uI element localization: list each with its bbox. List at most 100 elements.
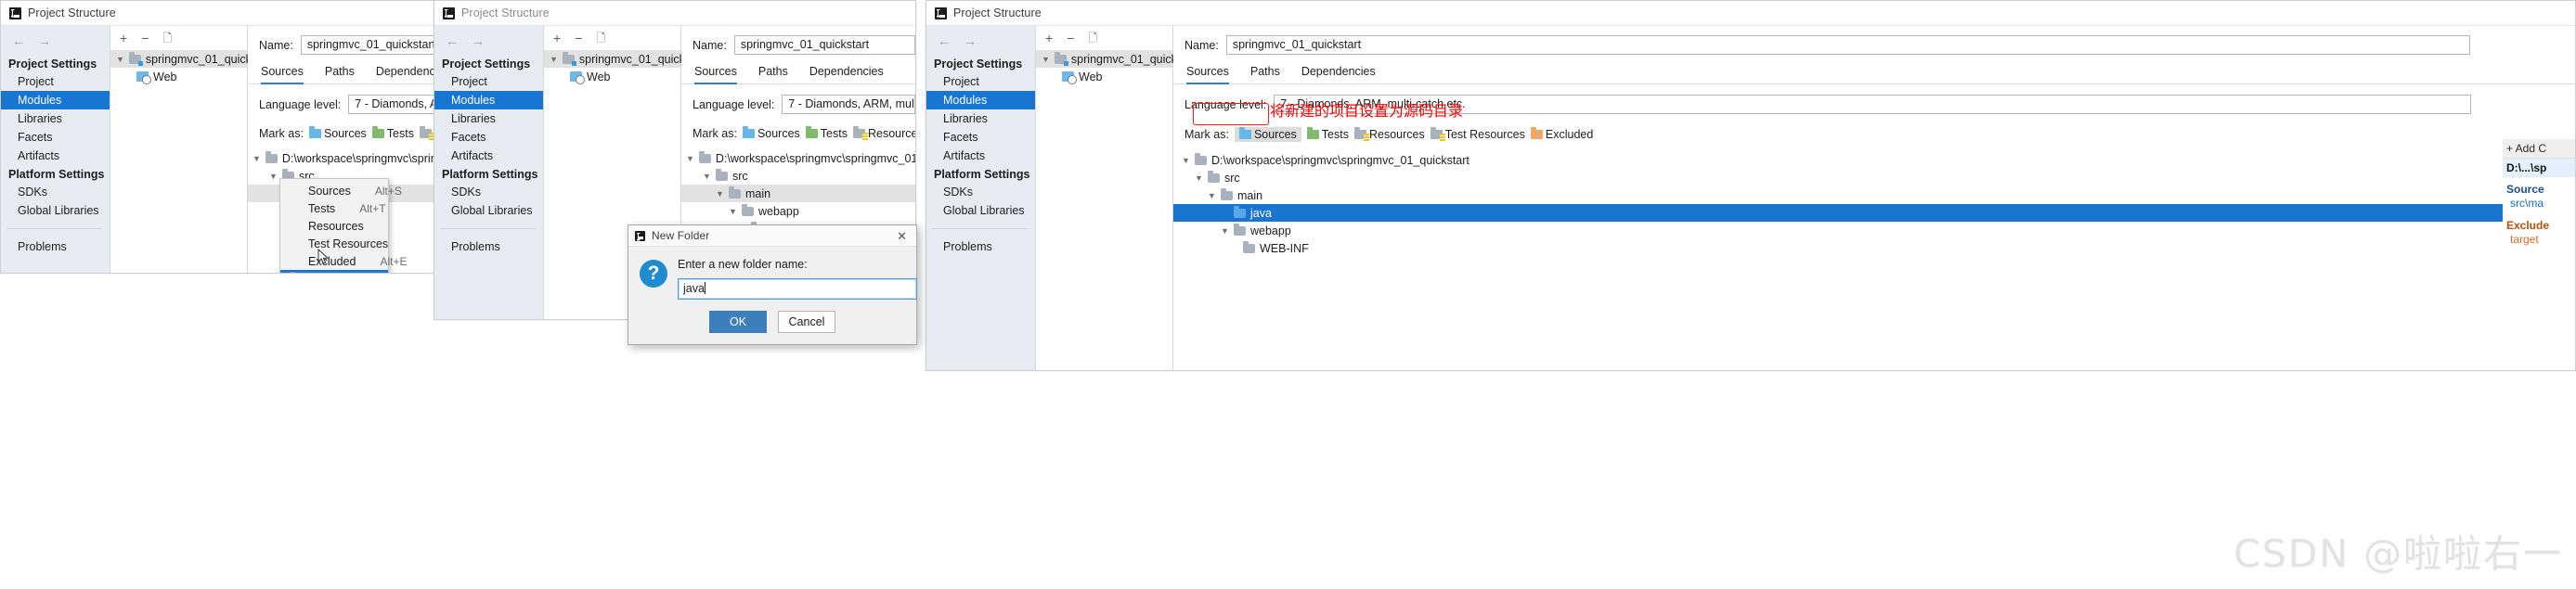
module-name-input[interactable]: springmvc_01_quickstart <box>734 35 915 55</box>
mark-sources-button[interactable]: Sources <box>309 127 367 140</box>
mark-resources-button[interactable]: Resources <box>1354 128 1425 141</box>
tree-row[interactable]: ▼ webapp <box>1173 222 2575 239</box>
minus-icon[interactable]: − <box>141 32 149 45</box>
add-content-root-button[interactable]: + Add C <box>2503 139 2575 159</box>
mark-sources-button[interactable]: Sources <box>743 127 800 140</box>
tree-row[interactable]: ▼ D:\workspace\springmvc\springmvc_01_qu… <box>248 149 437 167</box>
tab-paths[interactable]: Paths <box>758 65 788 84</box>
tree-row[interactable]: ▼ D:\workspace\springmvc\springmvc_01_qu… <box>681 149 915 167</box>
copy-icon[interactable]: 🗋 <box>162 32 172 44</box>
folder-name-input[interactable]: java <box>678 278 917 300</box>
module-row-springmvc[interactable]: ▼ springmvc_01_quickstart <box>544 50 680 68</box>
arrow-left-icon[interactable]: ← <box>446 34 459 47</box>
sidebar-item-artifacts[interactable]: Artifacts <box>434 147 543 165</box>
sidebar-item-problems[interactable]: Problems <box>1 237 110 256</box>
module-name-input[interactable]: springmvc_01_quickstart <box>1226 35 2470 55</box>
module-row-web[interactable]: Web <box>544 68 680 85</box>
language-level-select[interactable]: 7 - Diamonds, ARM, multi-catch etc. <box>348 95 437 114</box>
sidebar-item-facets[interactable]: Facets <box>926 128 1035 147</box>
sidebar-item-problems[interactable]: Problems <box>926 237 1035 256</box>
minus-icon[interactable]: − <box>575 32 582 45</box>
context-menu-item-resources[interactable]: Resources <box>280 217 388 235</box>
sidebar-item-problems[interactable]: Problems <box>434 237 543 256</box>
copy-icon[interactable]: 🗋 <box>1088 32 1097 44</box>
sidebar-item-modules[interactable]: Modules <box>434 91 543 109</box>
ok-button[interactable]: OK <box>709 311 767 333</box>
minus-icon[interactable]: − <box>1067 32 1074 45</box>
chevron-down-icon[interactable]: ▼ <box>1042 55 1050 64</box>
module-row-springmvc[interactable]: ▼ springmvc_01_quickstart <box>1036 50 1172 68</box>
arrow-left-icon[interactable]: ← <box>12 34 25 47</box>
arrow-left-icon[interactable]: ← <box>938 34 951 47</box>
plus-icon[interactable]: + <box>120 32 127 45</box>
tree-row[interactable]: ▼ main <box>1173 186 2575 204</box>
tree-row[interactable]: ▼ src <box>681 167 915 185</box>
tab-sources[interactable]: Sources <box>261 65 304 84</box>
sidebar-item-global-libraries[interactable]: Global Libraries <box>1 201 110 220</box>
sidebar-item-sdks[interactable]: SDKs <box>1 183 110 201</box>
chevron-down-icon[interactable]: ▼ <box>269 172 278 181</box>
tab-paths[interactable]: Paths <box>1250 65 1280 84</box>
mark-tests-button[interactable]: Tests <box>806 127 848 140</box>
tab-paths[interactable]: Paths <box>325 65 355 84</box>
mark-tests-button[interactable]: Tests <box>372 127 414 140</box>
sidebar-item-modules[interactable]: Modules <box>926 91 1035 109</box>
context-menu-item-tests[interactable]: Tests Alt+T <box>280 199 388 217</box>
cancel-button[interactable]: Cancel <box>778 311 835 333</box>
plus-icon[interactable]: + <box>1045 32 1053 45</box>
sidebar-item-sdks[interactable]: SDKs <box>434 183 543 201</box>
sidebar-item-project[interactable]: Project <box>926 72 1035 91</box>
chevron-down-icon[interactable]: ▼ <box>1221 226 1229 236</box>
exclude-group-value[interactable]: target <box>2503 232 2575 250</box>
sidebar-item-project[interactable]: Project <box>434 72 543 91</box>
mark-resources-button[interactable]: Resources <box>853 127 916 140</box>
sidebar-item-artifacts[interactable]: Artifacts <box>1 147 110 165</box>
chevron-down-icon[interactable]: ▼ <box>1182 156 1190 165</box>
tab-dependencies[interactable]: Dependencies <box>376 65 438 84</box>
mark-as-context-menu[interactable]: Sources Alt+S Tests Alt+T Resources Test… <box>279 178 389 274</box>
sidebar-item-project[interactable]: Project <box>1 72 110 91</box>
chevron-down-icon[interactable]: ▼ <box>716 189 724 198</box>
mark-test-resources-button[interactable]: Test Resources <box>1430 128 1525 141</box>
sidebar-item-facets[interactable]: Facets <box>434 128 543 147</box>
sidebar-item-artifacts[interactable]: Artifacts <box>926 147 1035 165</box>
chevron-down-icon[interactable]: ▼ <box>1195 173 1203 183</box>
chevron-down-icon[interactable]: ▼ <box>252 154 261 163</box>
mark-sources-button[interactable]: Sources <box>1235 127 1301 142</box>
context-menu-item-excluded[interactable]: Excluded Alt+E <box>280 252 388 270</box>
context-menu-item-new-folder[interactable]: New Folder... <box>280 270 388 274</box>
tab-sources[interactable]: Sources <box>1186 65 1229 84</box>
tree-row[interactable]: ▼ webapp <box>681 202 915 220</box>
copy-icon[interactable]: 🗋 <box>596 32 605 44</box>
module-row-web[interactable]: Web <box>110 68 247 85</box>
close-icon[interactable]: ✕ <box>893 230 911 242</box>
chevron-down-icon[interactable]: ▼ <box>729 207 737 216</box>
module-row-springmvc[interactable]: ▼ springmvc_01_quickstart <box>110 50 247 68</box>
tab-dependencies[interactable]: Dependencies <box>809 65 884 84</box>
tab-dependencies[interactable]: Dependencies <box>1301 65 1376 84</box>
chevron-down-icon[interactable]: ▼ <box>686 154 694 163</box>
module-row-web[interactable]: Web <box>1036 68 1172 85</box>
chevron-down-icon[interactable]: ▼ <box>703 172 711 181</box>
tab-sources[interactable]: Sources <box>694 65 737 84</box>
sidebar-item-libraries[interactable]: Libraries <box>434 109 543 128</box>
sidebar-item-sdks[interactable]: SDKs <box>926 183 1035 201</box>
tree-row[interactable]: ▼ main <box>681 185 915 202</box>
arrow-right-icon[interactable]: → <box>472 34 485 47</box>
source-group-value[interactable]: src\ma <box>2503 196 2575 213</box>
sidebar-item-global-libraries[interactable]: Global Libraries <box>434 201 543 220</box>
tree-row[interactable]: java <box>1173 204 2575 222</box>
tree-row[interactable]: WEB-INF <box>1173 239 2575 257</box>
chevron-down-icon[interactable]: ▼ <box>550 55 558 64</box>
language-level-select[interactable]: 7 - Diamonds, ARM, multi-catch etc. <box>782 95 915 114</box>
context-menu-item-test-resources[interactable]: Test Resources <box>280 235 388 252</box>
sidebar-item-modules[interactable]: Modules <box>1 91 110 109</box>
chevron-down-icon[interactable]: ▼ <box>116 55 124 64</box>
context-menu-item-sources[interactable]: Sources Alt+S <box>280 182 388 199</box>
module-name-input[interactable]: springmvc_01_quickstart <box>301 35 437 55</box>
sidebar-item-facets[interactable]: Facets <box>1 128 110 147</box>
sidebar-item-global-libraries[interactable]: Global Libraries <box>926 201 1035 220</box>
mark-excluded-button[interactable]: Excluded <box>1531 128 1593 141</box>
arrow-right-icon[interactable]: → <box>38 34 51 47</box>
tree-row[interactable]: ▼ D:\workspace\springmvc\springmvc_01_qu… <box>1173 151 2575 169</box>
